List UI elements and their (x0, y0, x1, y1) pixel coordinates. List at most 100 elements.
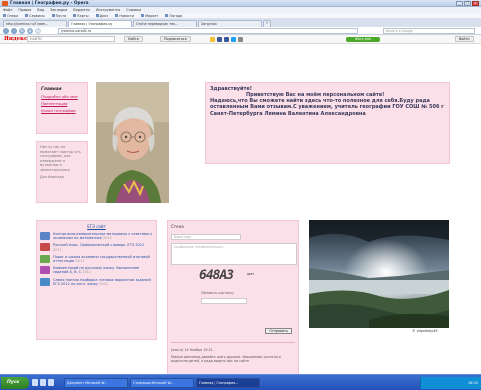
yandex-photo-of-day-button[interactable]: Фото дня (346, 37, 380, 42)
yandex-toolbar: Яндекс НАЙТИ Найти Подписаться Фото дня … (0, 35, 481, 44)
mail-icon[interactable] (210, 37, 215, 42)
menu-tools[interactable]: Инструменты (96, 8, 120, 12)
show-desktop-icon[interactable] (32, 379, 38, 386)
tab-lyamina[interactable]: http://lyamina.ru/Главн... (3, 20, 67, 27)
tab-strip: http://lyamina.ru/Главн... Главная | Гео… (0, 19, 481, 27)
news-thumbnail-icon (40, 266, 50, 275)
news-date: 2011 (99, 281, 109, 286)
news-item[interactable]: Комментарий по русскому языку. Выполнени… (40, 266, 153, 274)
news-item[interactable]: Контрольно-измерительные материалы с отв… (40, 232, 153, 240)
author-photo (96, 82, 169, 203)
sidebar-link-lessons[interactable]: Уроки географии (41, 108, 83, 113)
guestbook-heading: Стена (171, 224, 184, 229)
windows-taskbar: Пуск Документ Microsoft W... Страницы Mi… (0, 374, 481, 390)
menu-help[interactable]: Справка (126, 8, 141, 12)
news-date: 2011 (103, 236, 112, 241)
home-icon[interactable]: ⌂ (27, 28, 33, 34)
tab-translator[interactable]: Online переводчик тек... (133, 20, 197, 27)
news-heading[interactable]: ЕГЭ сайт (40, 224, 153, 229)
news-item[interactable]: Самая полная подборка готовых вариантов … (40, 277, 153, 286)
window-title: Главная | География.ру - Opera (10, 1, 89, 6)
message-meta: (ольга) 14 Ноября 19:21 (171, 348, 213, 352)
bookmark-item[interactable]: Почта (52, 14, 67, 18)
message-textarea[interactable]: Сообщение (необязательно) (171, 243, 297, 265)
news-date: 2011 (53, 247, 62, 252)
menu-bookmarks[interactable]: Закладки (50, 8, 67, 12)
bookmark-item[interactable]: Сервисы (25, 14, 44, 18)
bookmark-item[interactable]: Погода (165, 14, 182, 18)
settings-icon[interactable] (238, 37, 243, 42)
landscape-illustration (309, 220, 449, 328)
forward-arrow-icon[interactable]: › (11, 28, 17, 34)
facebook-icon[interactable] (224, 37, 229, 42)
bookmark-item[interactable]: Маркет (141, 14, 158, 18)
bookmark-item[interactable]: Новости (115, 14, 134, 18)
browser-icon[interactable] (40, 379, 46, 386)
captcha-refresh-link[interactable]: Обновить картинку (201, 291, 295, 295)
divider (171, 342, 295, 343)
message-text: Милые девчонки,давайте жить дружно. Уваж… (171, 355, 281, 364)
window-controls: _ □ × (456, 1, 479, 6)
tab-loading[interactable]: Загрузка (198, 20, 262, 27)
yandex-search-input[interactable]: НАЙТИ (27, 36, 115, 42)
start-button[interactable]: Пуск (1, 377, 29, 389)
news-item[interactable]: Русский язык. Орфоэпический словарь. ЕГЭ… (40, 243, 153, 252)
news-thumbnail-icon (40, 277, 50, 286)
tab-main-geography[interactable]: Главная | География.ру (68, 20, 132, 27)
twitter-icon[interactable] (231, 37, 236, 42)
speed-dial-icon[interactable]: ▤ (35, 28, 41, 34)
captcha-label: ЦВЕТ (247, 272, 255, 276)
guestbook-panel: Стена Ваше имя Сообщение (необязательно)… (167, 220, 299, 375)
quick-launch (32, 379, 54, 386)
sidebar-heading: Главная (41, 87, 62, 92)
name-input[interactable]: Ваше имя (171, 234, 241, 240)
captcha-code-input[interactable] (201, 298, 247, 304)
address-bar[interactable]: lyamina.narod2.ru (58, 28, 358, 34)
taskbar-item-active[interactable]: Главная | География... (196, 378, 260, 388)
quote-text: Ничто так не помогает повтор ять географ… (40, 145, 81, 172)
news-thumbnail-icon (40, 232, 50, 240)
quote-box: Ничто так не помогает повтор ять географ… (36, 141, 88, 203)
menu-view[interactable]: Вид (37, 8, 44, 12)
taskbar-item[interactable]: Страницы Microsoft W... (130, 378, 194, 388)
opera-app-icon (2, 1, 8, 6)
menu-file[interactable]: Файл (3, 8, 12, 12)
captcha-image: 648АЗ ЦВЕТ (199, 268, 255, 290)
sidebar-link-about[interactable]: Подробно обо мне (41, 94, 83, 99)
news-date: 2011 (82, 270, 92, 275)
news-item[interactable]: Порог и шкала экзамена государственной и… (40, 254, 153, 263)
menu-widgets[interactable]: Виджеты (73, 8, 90, 12)
welcome-body: Надеюсь,что Вы сможете найти здесь что-т… (210, 98, 444, 117)
window-titlebar: Главная | География.ру - Opera _ □ × (0, 0, 481, 7)
image-credit: © vlipnitsky45 (412, 329, 438, 333)
yandex-service-icons (210, 37, 243, 42)
sidebar-link-presentations[interactable]: Презентации (41, 101, 83, 106)
maximize-button[interactable]: □ (464, 1, 471, 6)
minimize-button[interactable]: _ (456, 1, 463, 6)
portrait-image (96, 82, 169, 203)
quote-author: Дон Аминадо (40, 175, 64, 179)
yandex-logo[interactable]: Яндекс (4, 36, 27, 42)
menu-edit[interactable]: Правка (18, 8, 31, 12)
back-arrow-icon[interactable]: ‹ (3, 28, 9, 34)
bookmark-item[interactable]: Карты (73, 14, 88, 18)
captcha-text: 648АЗ (199, 268, 234, 283)
taskbar-item[interactable]: Документ Microsoft W... (64, 378, 128, 388)
bookmark-item[interactable]: Опера (3, 14, 18, 18)
reload-icon[interactable]: ↻ (19, 28, 25, 34)
send-button[interactable]: Отправить (265, 328, 292, 334)
new-tab-button[interactable]: + (263, 20, 271, 27)
system-tray-clock[interactable]: 18:05 (420, 377, 481, 389)
news-title[interactable]: Комментарий по русскому языку. Выполнени… (53, 266, 139, 274)
yandex-login-button[interactable]: Войти (455, 36, 474, 42)
bookmark-item[interactable]: Диск (96, 14, 109, 18)
news-title[interactable]: Русский язык. Орфоэпический словарь. ЕГЭ… (53, 243, 144, 247)
close-button[interactable]: × (472, 1, 479, 6)
welcome-panel: Здравствуйте! Приветствую Вас на моём пе… (205, 82, 450, 164)
news-title[interactable]: Порог и шкала экзамена государственной и… (53, 255, 150, 263)
search-engine-input[interactable]: Искать в Google (383, 28, 475, 34)
vk-icon[interactable] (217, 37, 222, 42)
yandex-subscriptions-button[interactable]: Подписаться (160, 36, 191, 42)
yandex-find-button[interactable]: Найти (124, 36, 143, 42)
folder-icon[interactable] (48, 379, 54, 386)
